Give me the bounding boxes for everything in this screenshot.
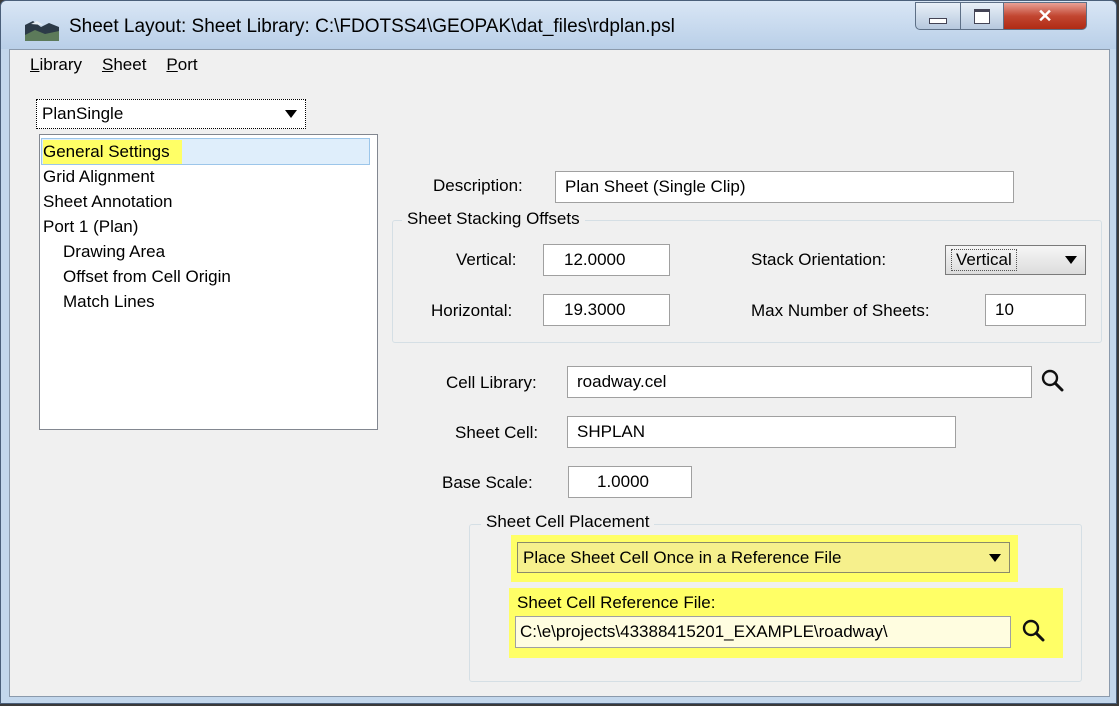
reference-file-label: Sheet Cell Reference File: [517, 593, 716, 612]
horizontal-label: Horizontal: [431, 301, 513, 320]
placement-dropdown[interactable]: Place Sheet Cell Once in a Reference Fil… [517, 542, 1010, 573]
sheet-cell-label: Sheet Cell: [455, 423, 539, 442]
app-icon [25, 21, 59, 41]
reference-file-input[interactable]: C:\e\projects\43388415201_EXAMPLE\roadwa… [515, 616, 1011, 648]
cell-library-input[interactable]: roadway.cel [567, 366, 1032, 398]
menu-port[interactable]: Port [161, 55, 202, 75]
tree-item-general-settings[interactable]: General Settings [43, 140, 182, 164]
menu-sheet[interactable]: Sheet [97, 55, 151, 75]
cell-library-label: Cell Library: [446, 373, 537, 392]
minimize-icon [929, 18, 947, 24]
tree-item-offset-from-cell-origin[interactable]: Offset from Cell Origin [63, 265, 231, 289]
vertical-label: Vertical: [456, 250, 517, 269]
chevron-down-icon [1065, 256, 1077, 264]
max-sheets-input[interactable]: 10 [985, 294, 1086, 326]
sheet-cell-input[interactable]: SHPLAN [567, 416, 956, 448]
tree-item-port-1[interactable]: Port 1 (Plan) [43, 215, 138, 239]
maximize-icon [974, 8, 990, 24]
dialog-body: Library Sheet Port PlanSingle General Se… [9, 49, 1110, 697]
window-title: Sheet Layout: Sheet Library: C:\FDOTSS4\… [69, 16, 675, 37]
sheet-cell-placement-title: Sheet Cell Placement [481, 512, 655, 532]
tree-item-drawing-area[interactable]: Drawing Area [63, 240, 165, 264]
title-bar[interactable]: Sheet Layout: Sheet Library: C:\FDOTSS4\… [1, 1, 1116, 49]
close-icon: ✕ [1037, 5, 1053, 26]
sheet-type-value: PlanSingle [42, 104, 124, 123]
base-scale-label: Base Scale: [442, 473, 533, 492]
sheet-stacking-offsets-title: Sheet Stacking Offsets [402, 209, 585, 229]
max-sheets-label: Max Number of Sheets: [751, 301, 930, 320]
sheet-type-dropdown[interactable]: PlanSingle [36, 99, 306, 129]
menu-library[interactable]: Library [25, 55, 87, 75]
vertical-input[interactable]: 12.0000 [543, 244, 670, 276]
horizontal-input[interactable]: 19.3000 [543, 294, 670, 326]
stack-orientation-dropdown[interactable]: Vertical [945, 245, 1086, 275]
minimize-button[interactable] [915, 2, 961, 30]
tree-item-match-lines[interactable]: Match Lines [63, 290, 155, 314]
menu-bar: Library Sheet Port [10, 50, 1109, 80]
search-icon[interactable] [1040, 368, 1066, 394]
tree-item-grid-alignment[interactable]: Grid Alignment [43, 165, 155, 189]
maximize-button[interactable] [960, 2, 1004, 30]
description-input[interactable]: Plan Sheet (Single Clip) [555, 171, 1014, 203]
stack-orientation-label: Stack Orientation: [751, 250, 887, 269]
settings-tree[interactable]: General Settings Grid Alignment Sheet An… [39, 134, 378, 430]
description-label: Description: [433, 176, 523, 195]
base-scale-input[interactable]: 1.0000 [568, 466, 692, 498]
tree-item-sheet-annotation[interactable]: Sheet Annotation [43, 190, 173, 214]
placement-value: Place Sheet Cell Once in a Reference Fil… [523, 547, 842, 567]
close-button[interactable]: ✕ [1003, 2, 1087, 30]
dialog-window: Sheet Layout: Sheet Library: C:\FDOTSS4\… [0, 0, 1117, 704]
chevron-down-icon [989, 553, 1001, 562]
stack-orientation-value: Vertical [951, 249, 1017, 271]
search-icon[interactable] [1021, 618, 1047, 644]
chevron-down-icon [285, 110, 297, 118]
